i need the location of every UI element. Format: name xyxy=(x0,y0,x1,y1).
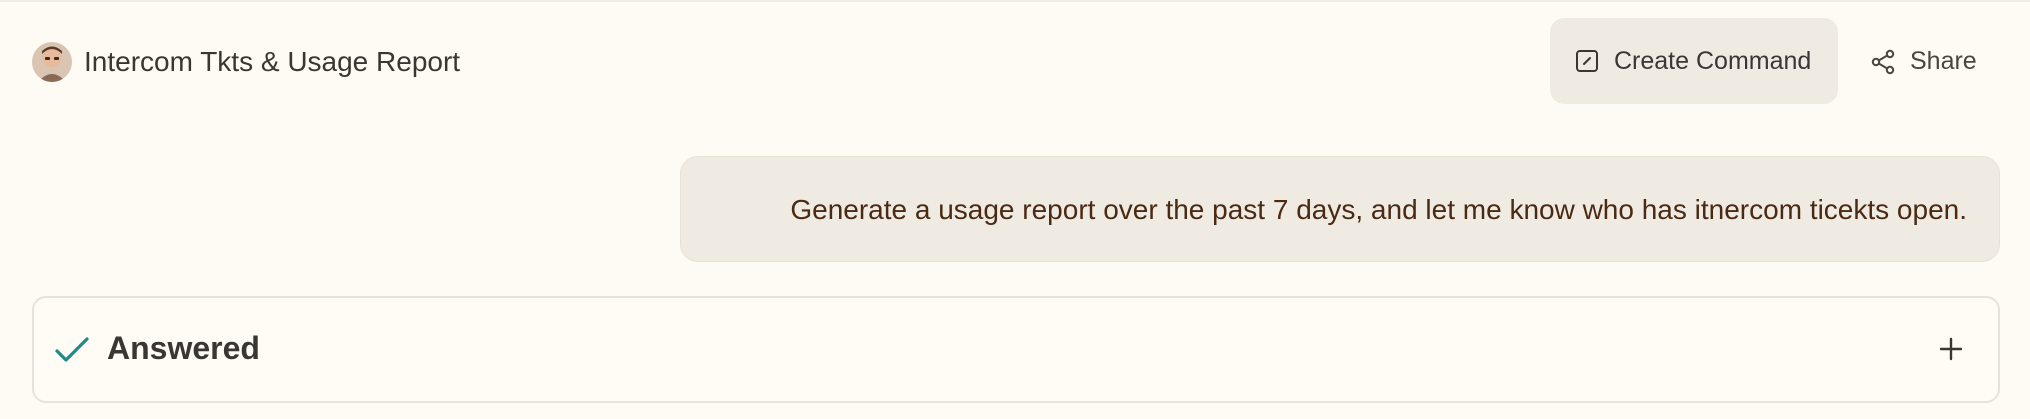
page-header: Intercom Tkts & Usage Report Create Comm… xyxy=(0,0,2030,120)
plus-icon[interactable] xyxy=(1938,336,1964,362)
page-title: Intercom Tkts & Usage Report xyxy=(84,46,461,77)
avatar[interactable] xyxy=(32,42,72,82)
share-label: Share xyxy=(1910,47,1977,75)
user-message-bubble: Generate a usage report over the past 7 … xyxy=(680,156,2000,262)
create-command-label: Create Command xyxy=(1614,47,1812,75)
create-command-button[interactable]: Create Command xyxy=(1550,18,1838,104)
edit-square-icon xyxy=(1575,49,1599,73)
user-avatar-image xyxy=(32,42,72,82)
check-icon xyxy=(54,334,90,366)
answered-status-label: Answered xyxy=(107,330,260,366)
share-icon xyxy=(1870,49,1896,75)
answered-panel[interactable]: Answered xyxy=(32,296,2000,403)
user-message-text: Generate a usage report over the past 7 … xyxy=(790,194,1967,225)
share-button[interactable]: Share xyxy=(1860,18,1990,104)
